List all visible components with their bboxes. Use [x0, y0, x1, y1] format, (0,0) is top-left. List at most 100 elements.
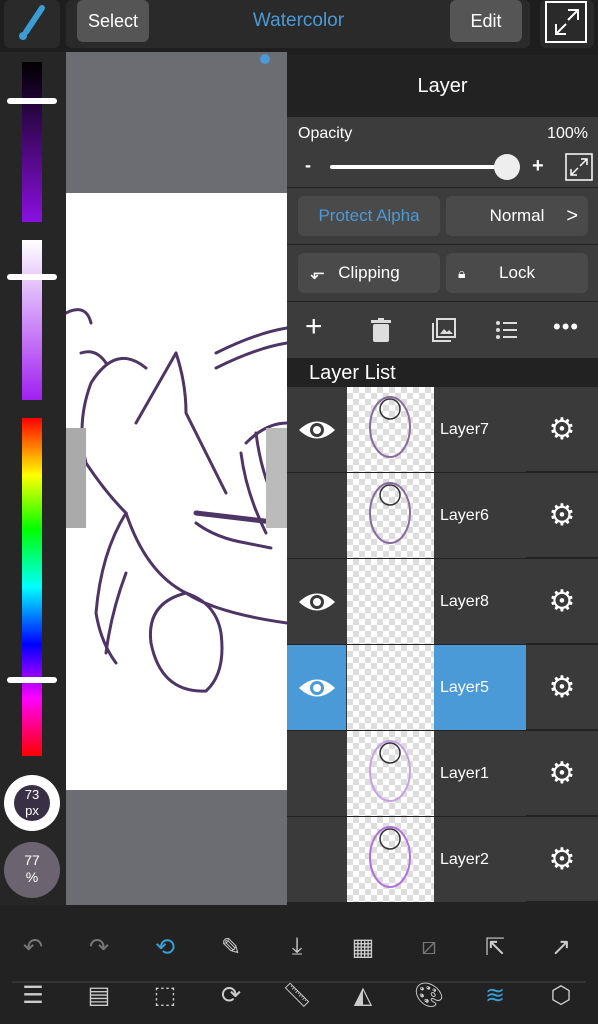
save-icon[interactable]: ⤓	[272, 925, 322, 969]
opacity-slider-thumb[interactable]	[494, 154, 520, 180]
layer-name[interactable]: Layer1	[434, 731, 526, 816]
slider-handle[interactable]	[7, 677, 57, 683]
brush-size-button[interactable]: 73 px	[4, 775, 60, 831]
ruler-icon[interactable]: 📏︎	[272, 973, 322, 1017]
drawing-canvas[interactable]	[66, 52, 287, 905]
layer-row[interactable]: Layer7 ⚙	[287, 387, 598, 472]
brush-opacity-unit: %	[25, 869, 39, 885]
right-drag-handle[interactable]	[266, 428, 287, 528]
visibility-toggle[interactable]	[287, 387, 346, 472]
brush-tool-button[interactable]	[4, 0, 60, 48]
top-bar: Select Watercolor Edit	[66, 0, 530, 48]
select-button[interactable]: Select	[77, 0, 149, 42]
layer-panel: Layer Opacity 100% - + Protect Alpha Nor…	[287, 55, 598, 905]
share-icon[interactable]: ↗	[536, 925, 586, 969]
slider-handle[interactable]	[7, 98, 57, 104]
eyedropper-icon[interactable]: ✎	[206, 925, 256, 969]
layer-thumbnail	[347, 817, 434, 902]
edit-button[interactable]: Edit	[450, 0, 522, 42]
deselect-icon[interactable]: ⧄	[404, 925, 454, 969]
image-import-icon[interactable]	[432, 318, 456, 342]
opacity-value: 100%	[547, 125, 588, 142]
blend-mode-value: Normal	[489, 206, 545, 225]
gear-icon[interactable]: ⚙	[526, 731, 598, 816]
layers-icon[interactable]: ≋	[470, 973, 520, 1017]
chevron-right-icon: >	[566, 204, 578, 227]
lock-button[interactable]: 🔒︎ Lock	[446, 253, 588, 293]
brush-opacity-value: 77	[24, 852, 40, 868]
layer-row[interactable]: Layer5 ⚙	[287, 645, 598, 730]
layer-name[interactable]: Layer8	[434, 559, 526, 644]
layer-list-title: Layer List	[309, 362, 396, 384]
add-layer-icon[interactable]: +	[305, 312, 323, 342]
paper	[66, 193, 287, 790]
opacity-slider[interactable]	[330, 165, 508, 169]
gear-icon[interactable]: ⚙	[526, 387, 598, 472]
saturation-slider[interactable]	[22, 240, 42, 400]
layer-name[interactable]: Layer7	[434, 387, 526, 472]
layer-list[interactable]: Layer7 ⚙ Layer6 ⚙ Layer8 ⚙ Layer5 ⚙ Laye…	[287, 387, 598, 903]
gear-icon[interactable]: ⚙	[526, 559, 598, 644]
layer-thumbnail	[347, 731, 434, 816]
visibility-toggle[interactable]	[287, 817, 346, 902]
eye-icon	[298, 679, 335, 696]
layer-row[interactable]: Layer8 ⚙	[287, 559, 598, 644]
visibility-toggle[interactable]	[287, 559, 346, 644]
visibility-toggle[interactable]	[287, 645, 346, 730]
protect-alpha-button[interactable]: Protect Alpha	[298, 196, 440, 236]
brush-opacity-button[interactable]: 77%	[4, 842, 60, 898]
undo-icon[interactable]: ↶	[8, 925, 58, 969]
brush-size-unit: px	[25, 803, 39, 818]
layer-name[interactable]: Layer6	[434, 473, 526, 558]
slider-handle[interactable]	[7, 274, 57, 280]
palette-icon[interactable]: 🎨︎	[404, 973, 454, 1017]
hue-slider[interactable]	[22, 418, 42, 756]
gear-icon[interactable]: ⚙	[526, 473, 598, 558]
lock-icon: 🔒︎	[458, 264, 466, 281]
sketch-drawing	[66, 308, 287, 693]
expand-icon[interactable]	[565, 153, 593, 181]
layer-name[interactable]: Layer2	[434, 817, 526, 902]
brightness-slider[interactable]	[22, 62, 42, 222]
pages-icon[interactable]: ▤	[74, 973, 124, 1017]
select-all-icon[interactable]: ▦	[338, 925, 388, 969]
layer-name[interactable]: Layer5	[434, 645, 526, 730]
color-sidebar: 73 px 77%	[0, 52, 66, 905]
clip-section: ⬐ Clipping 🔒︎ Lock	[287, 245, 598, 301]
redo-icon[interactable]: ↷	[74, 925, 124, 969]
layer-thumbnail	[347, 387, 434, 472]
fill-icon[interactable]: ◭	[338, 973, 388, 1017]
opacity-decrease-button[interactable]: -	[305, 155, 311, 176]
layer-list-icon[interactable]	[496, 320, 518, 340]
expand-icon	[545, 1, 587, 43]
trash-icon[interactable]	[371, 318, 391, 342]
menu-icon[interactable]: ☰	[8, 973, 58, 1017]
clipping-button[interactable]: ⬐ Clipping	[298, 253, 440, 293]
materials-icon[interactable]: ⬡	[536, 973, 586, 1017]
opacity-section: Opacity 100% - +	[287, 117, 598, 187]
clipping-arrow-icon: ⬐	[310, 262, 326, 283]
brush-swap-icon[interactable]: ⟲	[140, 925, 190, 969]
brush-name[interactable]: Watercolor	[216, 10, 381, 32]
panel-title: Layer	[417, 75, 468, 97]
transform-icon[interactable]: ⇱	[470, 925, 520, 969]
rotate-icon[interactable]: ⟳	[206, 973, 256, 1017]
layer-row[interactable]: Layer1 ⚙	[287, 731, 598, 816]
eye-icon	[298, 421, 335, 438]
layer-thumbnail	[347, 645, 434, 730]
page-indicator	[260, 54, 270, 64]
more-icon[interactable]: •••	[553, 314, 579, 340]
fullscreen-button[interactable]	[540, 0, 594, 48]
gear-icon[interactable]: ⚙	[526, 645, 598, 730]
visibility-toggle[interactable]	[287, 731, 346, 816]
selection-icon[interactable]: ⬚	[140, 973, 190, 1017]
gear-icon[interactable]: ⚙	[526, 817, 598, 902]
blend-mode-button[interactable]: Normal >	[446, 196, 588, 236]
layer-row[interactable]: Layer6 ⚙	[287, 473, 598, 558]
layer-thumbnail	[347, 473, 434, 558]
layer-row[interactable]: Layer2 ⚙	[287, 817, 598, 902]
visibility-toggle[interactable]	[287, 473, 346, 558]
opacity-increase-button[interactable]: +	[532, 155, 544, 178]
left-drag-handle[interactable]	[66, 428, 86, 528]
layer-actions: + •••	[287, 302, 598, 358]
